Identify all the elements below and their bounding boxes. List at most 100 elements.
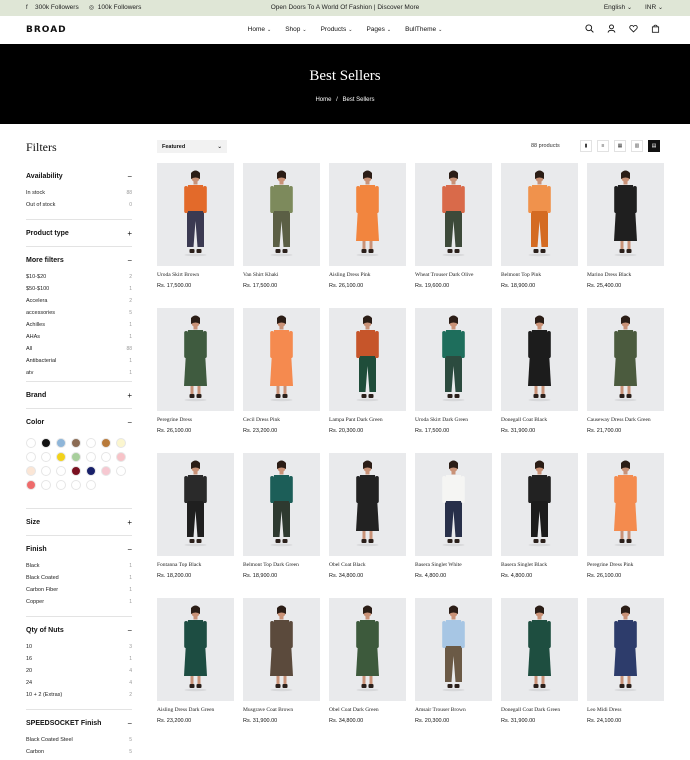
filter-option[interactable]: 20 4 [26,665,132,677]
view-1-column-icon[interactable]: ▮ [580,140,592,152]
filter-option[interactable]: Copper 1 [26,596,132,608]
product-image[interactable] [501,308,578,411]
cart-icon[interactable] [651,24,660,33]
color-swatch[interactable] [71,480,81,490]
product-image[interactable] [587,598,664,701]
view-4-column-icon[interactable]: ▥ [631,140,643,152]
color-swatch[interactable] [86,438,96,448]
color-swatch[interactable] [116,466,126,476]
color-swatch[interactable] [41,438,51,448]
color-swatch[interactable] [101,452,111,462]
product-image[interactable] [587,163,664,266]
color-swatch[interactable] [71,438,81,448]
product-name[interactable]: Cecil Dress Pink [243,417,320,423]
product-name[interactable]: Amsair Trouser Brown [415,707,492,713]
filter-option[interactable]: AHAs 1 [26,331,132,343]
product-card[interactable]: Cecil Dress Pink Rs. 23,200.00 [243,308,320,434]
product-image[interactable] [329,453,406,556]
product-name[interactable]: Uroda Skirt Brown [157,272,234,278]
view-list-icon[interactable]: ≡ [597,140,609,152]
color-swatch[interactable] [26,452,36,462]
product-card[interactable]: Leo Midi Dress Rs. 24,100.00 [587,598,664,724]
filter-header[interactable]: Finish − [26,542,132,556]
product-card[interactable]: Wheat Trouser Dark Olive Rs. 19,600.00 [415,163,492,289]
filter-header[interactable]: Size + [26,515,132,529]
view-6-column-icon[interactable]: ▤ [648,140,660,152]
product-image[interactable] [157,598,234,701]
language-select[interactable]: English ⌄ [604,4,633,11]
product-image[interactable] [157,308,234,411]
product-card[interactable]: Belmont Top Dark Green Rs. 18,900.00 [243,453,320,579]
product-card[interactable]: Uroda Skirt Dark Green Rs. 17,500.00 [415,308,492,434]
filter-option[interactable]: Carbon Fiber 1 [26,584,132,596]
product-image[interactable] [329,598,406,701]
product-card[interactable]: Aisling Dress Pink Rs. 26,100.00 [329,163,406,289]
filter-option[interactable]: Achilles 1 [26,319,132,331]
product-name[interactable]: Donegall Coat Black [501,417,578,423]
account-icon[interactable] [607,24,616,33]
filter-header[interactable]: SPEEDSOCKET Finish − [26,716,132,730]
filter-header[interactable]: Product type + [26,226,132,240]
plus-icon[interactable]: + [127,229,132,238]
product-card[interactable]: Donegall Coat Dark Green Rs. 31,900.00 [501,598,578,724]
product-card[interactable]: Uroda Skirt Brown Rs. 17,500.00 [157,163,234,289]
color-swatch[interactable] [86,452,96,462]
filter-option[interactable]: Black Coated Steel 5 [26,734,132,746]
filter-option[interactable]: $50-$100 1 [26,283,132,295]
filter-option[interactable]: 10 3 [26,641,132,653]
product-name[interactable]: Leo Midi Dress [587,707,664,713]
color-swatch[interactable] [41,452,51,462]
filter-option[interactable]: Out of stock 0 [26,199,132,211]
breadcrumb-home[interactable]: Home [315,97,331,103]
product-image[interactable] [501,598,578,701]
filter-option[interactable]: atv 1 [26,367,132,379]
color-swatch[interactable] [116,452,126,462]
product-card[interactable]: Obel Coat Black Rs. 34,800.00 [329,453,406,579]
color-swatch[interactable] [56,438,66,448]
product-name[interactable]: Basera Singlet Black [501,562,578,568]
color-swatch[interactable] [26,466,36,476]
color-swatch[interactable] [71,452,81,462]
filter-option[interactable]: Accelera 2 [26,295,132,307]
color-swatch[interactable] [26,480,36,490]
nav-item-products[interactable]: Products ⌄ [321,26,353,33]
product-name[interactable]: Musgrave Coat Brown [243,707,320,713]
product-image[interactable] [415,453,492,556]
product-card[interactable]: Peregrine Dress Pink Rs. 26,100.00 [587,453,664,579]
color-swatch[interactable] [86,480,96,490]
currency-select[interactable]: INR ⌄ [645,4,664,11]
product-name[interactable]: Donegall Coat Dark Green [501,707,578,713]
filter-option[interactable]: Black Coated 1 [26,572,132,584]
product-name[interactable]: Obel Coat Dark Green [329,707,406,713]
filter-option[interactable]: Antibacterial 1 [26,355,132,367]
product-name[interactable]: Aisling Dress Dark Green [157,707,234,713]
product-image[interactable] [501,453,578,556]
nav-item-home[interactable]: Home ⌄ [248,26,272,33]
color-swatch[interactable] [56,466,66,476]
filter-header[interactable]: Brand + [26,388,132,402]
product-image[interactable] [587,453,664,556]
product-image[interactable] [329,308,406,411]
color-swatch[interactable] [26,438,36,448]
filter-option[interactable]: Black 1 [26,560,132,572]
color-swatch[interactable] [56,452,66,462]
product-card[interactable]: Donegall Coat Black Rs. 31,900.00 [501,308,578,434]
minus-icon[interactable]: − [127,626,132,635]
product-name[interactable]: Fontanna Top Black [157,562,234,568]
product-card[interactable]: Aisling Dress Dark Green Rs. 23,200.00 [157,598,234,724]
color-swatch[interactable] [101,466,111,476]
product-image[interactable] [157,163,234,266]
product-name[interactable]: Obel Coat Black [329,562,406,568]
color-swatch[interactable] [101,438,111,448]
color-swatch[interactable] [41,466,51,476]
product-name[interactable]: Aisling Dress Pink [329,272,406,278]
product-image[interactable] [157,453,234,556]
color-swatch[interactable] [86,466,96,476]
filter-option[interactable]: In stock 88 [26,187,132,199]
nav-item-bulltheme[interactable]: BullTheme ⌄ [405,26,442,33]
sort-select[interactable]: Featured ⌄ [157,140,227,153]
search-icon[interactable] [585,24,594,33]
nav-item-pages[interactable]: Pages ⌄ [366,26,391,33]
product-card[interactable]: Basera Singlet White Rs. 4,800.00 [415,453,492,579]
plus-icon[interactable]: + [127,518,132,527]
